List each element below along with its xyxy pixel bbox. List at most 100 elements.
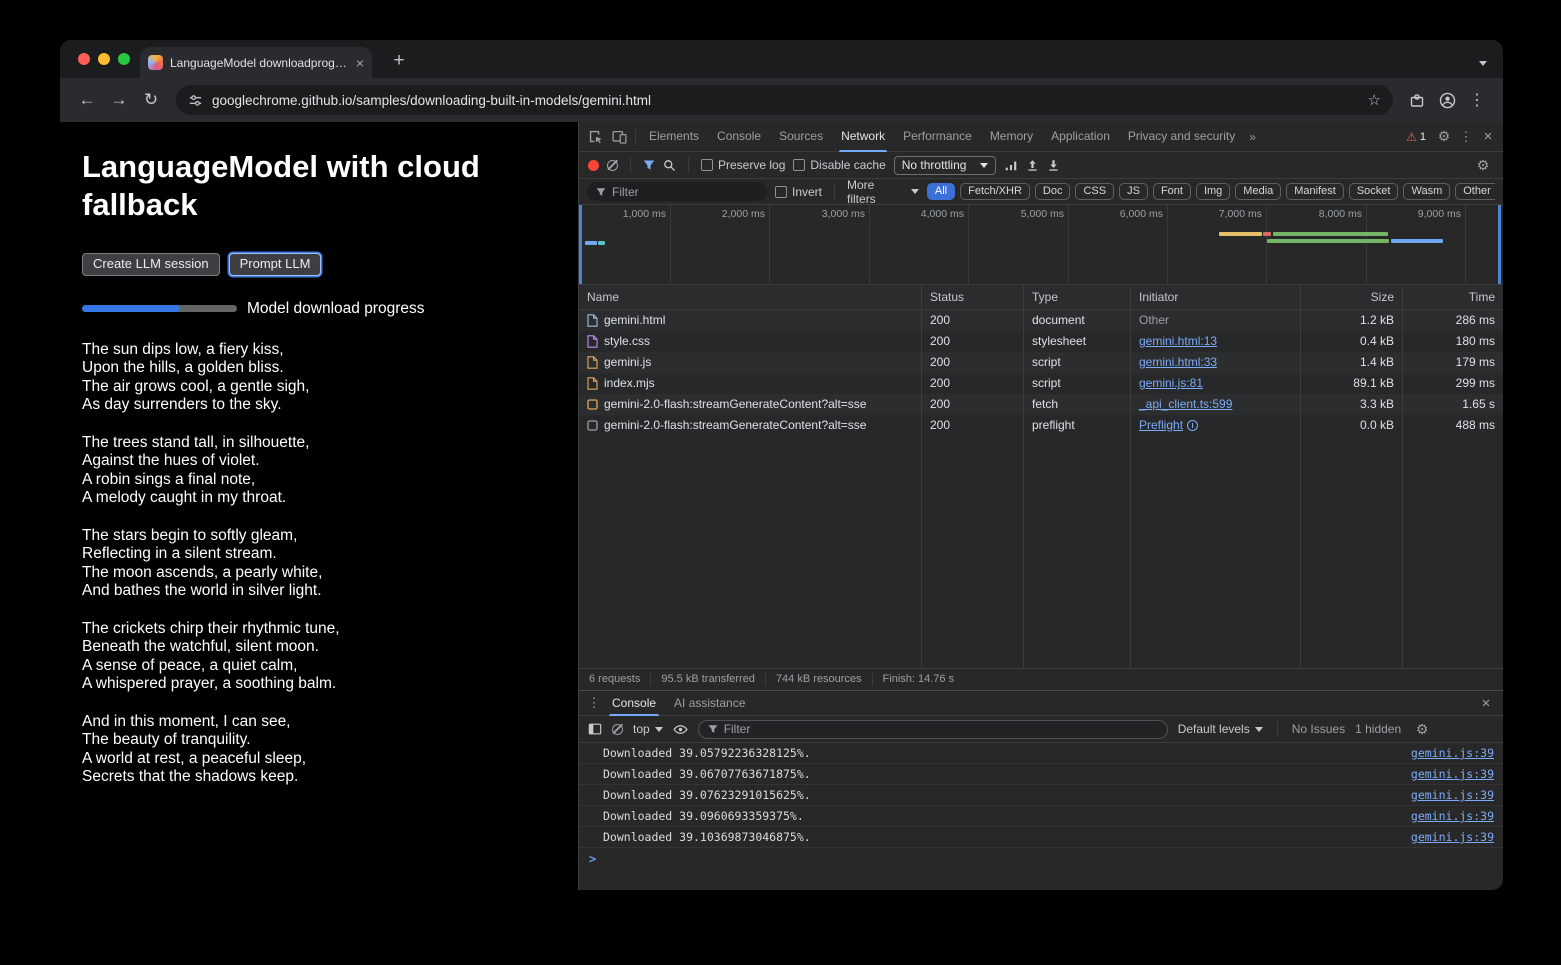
filter-pill-img[interactable]: Img xyxy=(1196,183,1230,200)
initiator-link[interactable]: Preflight xyxy=(1139,418,1183,432)
filter-pill-manifest[interactable]: Manifest xyxy=(1286,183,1344,200)
filter-pill-other[interactable]: Other xyxy=(1455,183,1495,200)
console-sidebar-button[interactable] xyxy=(588,722,602,736)
filter-pill-doc[interactable]: Doc xyxy=(1035,183,1071,200)
zoom-window-button[interactable] xyxy=(118,53,130,65)
invert-checkbox[interactable]: Invert xyxy=(775,185,822,199)
table-row[interactable]: style.css 200 stylesheet gemini.html:13 … xyxy=(579,331,1503,352)
create-llm-session-button[interactable]: Create LLM session xyxy=(82,253,220,276)
table-row[interactable]: gemini-2.0-flash:streamGenerateContent?a… xyxy=(579,415,1503,436)
export-har-button[interactable] xyxy=(1047,159,1060,172)
error-badge[interactable]: ⚠ 1 xyxy=(1401,131,1431,143)
tab-application[interactable]: Application xyxy=(1042,122,1119,152)
filter-pill-font[interactable]: Font xyxy=(1153,183,1191,200)
console-source-link[interactable]: gemini.js:39 xyxy=(1399,809,1494,823)
import-har-button[interactable] xyxy=(1026,159,1039,172)
extensions-icon[interactable] xyxy=(1403,86,1431,114)
record-button[interactable] xyxy=(588,160,599,171)
filter-pill-css[interactable]: CSS xyxy=(1075,183,1114,200)
table-row[interactable]: gemini.js 200 script gemini.html:33 1.4 … xyxy=(579,352,1503,373)
table-row[interactable]: index.mjs 200 script gemini.js:81 89.1 k… xyxy=(579,373,1503,394)
poem-line: A sense of peace, a quiet calm, xyxy=(82,657,554,676)
console-source-link[interactable]: gemini.js:39 xyxy=(1399,788,1494,802)
tab-close-icon[interactable]: × xyxy=(356,56,364,70)
clear-network-log-button[interactable] xyxy=(607,160,618,171)
header-name[interactable]: Name xyxy=(579,285,922,309)
context-selector[interactable]: top xyxy=(633,722,663,736)
profile-avatar-button[interactable] xyxy=(1433,86,1461,114)
tab-memory[interactable]: Memory xyxy=(981,122,1042,152)
more-filters-button[interactable]: More filters xyxy=(847,178,919,206)
forward-button[interactable]: → xyxy=(104,85,134,115)
network-settings-button[interactable]: ⚙ xyxy=(1472,157,1494,174)
network-filter-input[interactable] xyxy=(612,185,758,199)
issues-status[interactable]: No Issues xyxy=(1292,722,1345,736)
site-info-icon[interactable] xyxy=(188,93,203,108)
tab-console[interactable]: Console xyxy=(708,122,770,152)
network-filter-toggle-button[interactable] xyxy=(643,159,655,171)
browser-menu-button[interactable]: ⋮ xyxy=(1463,86,1491,114)
tab-sources[interactable]: Sources xyxy=(770,122,832,152)
network-conditions-icon[interactable] xyxy=(1004,158,1018,172)
console-settings-button[interactable]: ⚙ xyxy=(1411,721,1433,738)
browser-tab[interactable]: LanguageModel downloadprogress × xyxy=(140,47,372,78)
filter-pill-wasm[interactable]: Wasm xyxy=(1403,183,1450,200)
reload-button[interactable]: ↻ xyxy=(136,85,166,115)
devtools-settings-button[interactable]: ⚙ xyxy=(1433,128,1455,145)
console-prompt[interactable]: > xyxy=(579,848,1503,870)
tab-network[interactable]: Network xyxy=(832,122,894,152)
console-source-link[interactable]: gemini.js:39 xyxy=(1399,830,1494,844)
drawer-close-button[interactable]: × xyxy=(1475,695,1497,712)
prompt-llm-button[interactable]: Prompt LLM xyxy=(229,253,322,276)
preflight-info-icon[interactable] xyxy=(1187,420,1198,431)
header-time[interactable]: Time xyxy=(1403,285,1503,309)
drawer-tab-ai-assistance[interactable]: AI assistance xyxy=(665,691,754,716)
log-levels-select[interactable]: Default levels xyxy=(1178,722,1263,736)
filter-pill-media[interactable]: Media xyxy=(1235,183,1281,200)
tab-performance[interactable]: Performance xyxy=(894,122,981,152)
overview-left-handle[interactable] xyxy=(579,205,582,284)
minimize-window-button[interactable] xyxy=(98,53,110,65)
new-tab-button[interactable]: + xyxy=(386,49,412,75)
filter-pill-js[interactable]: JS xyxy=(1119,183,1148,200)
back-button[interactable]: ← xyxy=(72,85,102,115)
bookmark-star-icon[interactable]: ☆ xyxy=(1368,91,1381,109)
table-row[interactable]: gemini-2.0-flash:streamGenerateContent?a… xyxy=(579,394,1503,415)
devtools-close-button[interactable]: × xyxy=(1477,128,1499,145)
more-tabs-button[interactable]: » xyxy=(1244,130,1261,144)
table-row[interactable]: gemini.html 200 document Other 1.2 kB 28… xyxy=(579,310,1503,331)
initiator-link[interactable]: gemini.html:13 xyxy=(1139,334,1217,348)
initiator-link[interactable]: gemini.html:33 xyxy=(1139,355,1217,369)
console-source-link[interactable]: gemini.js:39 xyxy=(1399,746,1494,760)
drawer-menu-button[interactable]: ⋮ xyxy=(585,695,603,711)
filter-pill-socket[interactable]: Socket xyxy=(1349,183,1399,200)
filter-pill-all[interactable]: All xyxy=(927,183,955,200)
filter-pill-fetch-xhr[interactable]: Fetch/XHR xyxy=(960,183,1030,200)
live-expression-eye-icon[interactable] xyxy=(673,722,688,737)
inspect-element-button[interactable] xyxy=(583,123,607,151)
tab-privacy-and-security[interactable]: Privacy and security xyxy=(1119,122,1244,152)
hidden-messages-count[interactable]: 1 hidden xyxy=(1355,722,1401,736)
throttling-select[interactable]: No throttling xyxy=(894,156,997,175)
network-search-button[interactable] xyxy=(663,159,676,172)
console-source-link[interactable]: gemini.js:39 xyxy=(1399,767,1494,781)
tab-search-button[interactable] xyxy=(1479,55,1487,73)
device-toolbar-button[interactable] xyxy=(607,123,631,151)
network-overview-timeline[interactable]: 1,000 ms 2,000 ms 3,000 ms 4,000 ms 5,00… xyxy=(579,205,1503,285)
header-type[interactable]: Type xyxy=(1024,285,1131,309)
close-window-button[interactable] xyxy=(78,53,90,65)
preserve-log-checkbox[interactable]: Preserve log xyxy=(701,158,785,172)
header-size[interactable]: Size xyxy=(1301,285,1403,309)
drawer-tab-console[interactable]: Console xyxy=(603,691,665,716)
devtools-menu-button[interactable]: ⋮ xyxy=(1457,129,1475,145)
clear-console-button[interactable] xyxy=(612,724,623,735)
header-status[interactable]: Status xyxy=(922,285,1024,309)
header-initiator[interactable]: Initiator xyxy=(1131,285,1301,309)
address-bar[interactable]: googlechrome.github.io/samples/downloadi… xyxy=(176,85,1393,115)
tab-elements[interactable]: Elements xyxy=(640,122,708,152)
console-filter-input[interactable] xyxy=(724,722,1158,736)
overview-right-handle[interactable] xyxy=(1498,205,1501,284)
disable-cache-checkbox[interactable]: Disable cache xyxy=(793,158,885,172)
initiator-link[interactable]: _api_client.ts:599 xyxy=(1139,397,1232,411)
initiator-link[interactable]: gemini.js:81 xyxy=(1139,376,1203,390)
